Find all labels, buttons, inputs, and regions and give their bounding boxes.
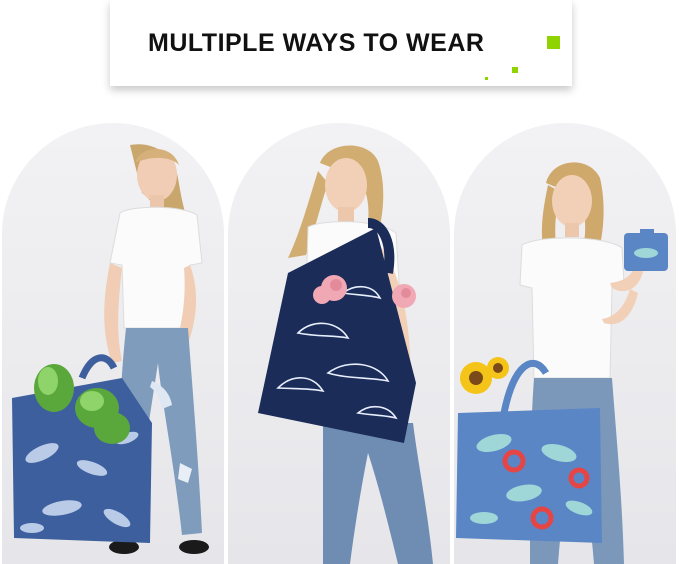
model-illustration-shoulder-carry — [258, 145, 433, 564]
title-banner: MULTIPLE WAYS TO WEAR — [110, 0, 572, 86]
banner-title: MULTIPLE WAYS TO WEAR — [148, 29, 485, 57]
model-illustration-hand-carry — [12, 144, 209, 554]
accent-dot — [485, 77, 488, 80]
model-panel-hand-carry — [2, 123, 224, 564]
model-panel-shoulder-carry — [228, 123, 450, 564]
model-illustration-folded-pouch — [456, 162, 668, 564]
accent-square-small — [512, 67, 518, 73]
model-panel-folded-pouch — [454, 123, 676, 564]
accent-square — [547, 36, 560, 49]
